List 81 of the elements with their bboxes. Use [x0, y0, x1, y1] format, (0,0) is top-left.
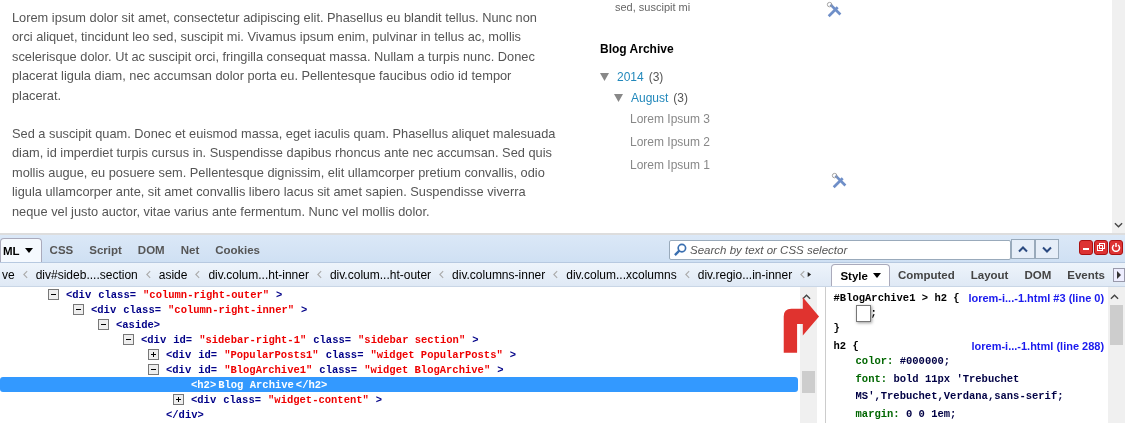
chevron-icon [195, 270, 201, 279]
css-declaration: font: bold 11px 'Trebuchet MS',Trebuchet,Verdana,sans-serif; [855, 372, 1065, 404]
caret-icon[interactable] [872, 273, 881, 278]
css-declaration: color: #000000; [855, 354, 951, 369]
css-selector: h2 { [833, 340, 859, 352]
up-chevron-icon[interactable] [1018, 245, 1028, 253]
scroll-down-icon[interactable] [1114, 222, 1123, 228]
chevron-icon [316, 270, 322, 279]
tools-icon[interactable] [826, 1, 844, 19]
chevron-icon [145, 270, 151, 279]
post-count: (3) [673, 90, 689, 105]
archive-post-link[interactable]: Lorem Ipsum 1 [600, 154, 711, 177]
toggle-icon[interactable] [98, 319, 109, 330]
chevron-icon [22, 270, 28, 279]
source-link[interactable]: lorem-i...-1.html (line 288) [971, 340, 1105, 352]
dom-node-line[interactable]: <div class= "column-right-inner" > [0, 302, 312, 317]
breadcrumb-link[interactable]: div.columns-inner [452, 267, 546, 282]
source-link[interactable]: lorem-i...-1.html #3 (line 0) [968, 292, 1105, 304]
post-snippet: sed, suscipit mi [614, 1, 691, 14]
css-brace: } [833, 322, 841, 334]
property-editor-field[interactable] [855, 305, 871, 322]
page-scrollbar[interactable] [1112, 0, 1125, 233]
chevron-icon [553, 270, 559, 279]
archive-year-link[interactable]: 2014 [617, 69, 644, 84]
panel-tab[interactable]: DOM [129, 238, 173, 262]
toggle-icon[interactable] [73, 304, 84, 315]
dom-node-line[interactable]: <aside> [0, 317, 165, 332]
body-paragraph: Lorem ipsum dolor sit amet, consectetur adipiscing elit. Phasellus eu blandit tellus. Nunc non orci aliquet, tincidunt leo sed, suscipit mi. Vivamus ipsum enim, pulvinar in tellus ac, mollis scelerisque dolor. Ut ac suscipit orci, fringilla consequat massa. Nullam a turpis nunc. Donec placerat ligula diam, nec accumsan dolor porta eu. Pellentesque faucibus odio id tempor placerat. [12, 9, 538, 105]
search-field[interactable]: Search by text or CSS selector [669, 240, 1011, 260]
side-panel-tab[interactable]: Layout [962, 264, 1017, 286]
breadcrumb-link[interactable]: div.colum...ht-inner [208, 267, 309, 282]
expand-triangle-icon[interactable] [614, 93, 623, 102]
panel-tab[interactable]: CSS [41, 238, 82, 262]
dom-node-line[interactable]: <div class= "column-right-outer" > [0, 287, 287, 302]
side-panel-tab[interactable]: DOM [1016, 264, 1060, 286]
side-panel-tab[interactable]: Events [1059, 264, 1113, 286]
css-punctuation: ; [870, 306, 877, 321]
archive-post-link[interactable]: Lorem Ipsum 3 [600, 108, 711, 131]
breadcrumb-link[interactable]: div.colum...xcolumns [566, 267, 677, 282]
scrollbar-thumb[interactable] [801, 371, 815, 393]
breadcrumb-link[interactable]: aside [158, 267, 188, 282]
dom-node-line[interactable]: <div id= "sidebar-right-1" class= "sidebar section" > [0, 332, 483, 347]
tools-icon[interactable] [831, 172, 849, 190]
css-selector: #BlogArchive1 > h2 { [833, 292, 960, 304]
chevron-icon [684, 270, 690, 279]
side-panel-tab[interactable]: Style [831, 264, 890, 286]
dom-node-line[interactable]: </div> [0, 407, 208, 422]
breadcrumb-link[interactable]: div#sideb....section [35, 267, 138, 282]
dom-node-line[interactable]: <div class= "widget-content" > [0, 392, 387, 407]
dom-node-line[interactable]: <div id= "PopularPosts1" class= "widget PopularPosts" > [0, 347, 521, 362]
style-scrollbar[interactable] [1108, 287, 1125, 423]
scroll-up-icon[interactable] [801, 294, 811, 300]
previous-match-button[interactable] [1011, 239, 1035, 259]
body-paragraph: Sed a suscipit quam. Donec et euismod massa, eget iaculis quam. Phasellus aliquet malesuada diam, id imperdiet turpis cursus in. Suspendisse dapibus rhoncus ante nec accumsan. Sed quis mollis augue, eu posuere sem. Pellentesque dignissim, elit ullamcorper pretium convallis, odio ligula ullamcorper ante, sit amet convallis libero lacus sit amet sapien. Suspendisse viverra neque vel justo auctor, vitae varius ante fermentum. Nunc vel mollis dolor. [12, 125, 557, 221]
expand-triangle-icon[interactable] [600, 72, 609, 81]
scroll-up-icon[interactable] [1110, 294, 1120, 300]
dom-node-line[interactable]: <div id= "BlogArchive1" class= "widget BlogArchive" > [0, 362, 508, 377]
next-match-button[interactable] [1035, 239, 1059, 259]
widget-title: Blog Archive [600, 42, 675, 56]
toggle-icon[interactable] [148, 349, 159, 360]
scroll-arrows-icon[interactable] [800, 270, 813, 279]
panel-tab[interactable]: Cookies [207, 238, 268, 262]
archive-post-link[interactable]: Lorem Ipsum 2 [600, 131, 711, 154]
breadcrumb-link[interactable]: div.colum...ht-outer [329, 267, 432, 282]
css-declaration: margin: 0 0 1em; [855, 407, 957, 422]
archive-month-link[interactable]: August [631, 90, 669, 105]
side-panel-tab[interactable]: Computed [889, 264, 963, 286]
panel-tab[interactable]: ML [0, 238, 42, 262]
down-chevron-icon[interactable] [1042, 245, 1052, 253]
breadcrumb-link[interactable]: div.regio...in-inner [697, 267, 793, 282]
toggle-icon[interactable] [148, 364, 159, 375]
toggle-icon[interactable] [48, 289, 59, 300]
panel-tab[interactable]: Script [81, 238, 130, 262]
chevron-icon [439, 270, 445, 279]
breadcrumb-link[interactable]: ve [2, 267, 15, 282]
toggle-icon[interactable] [173, 394, 184, 405]
post-count: (3) [648, 69, 664, 84]
caret-icon[interactable] [24, 248, 33, 253]
toggle-icon[interactable] [123, 334, 134, 345]
scrollbar-thumb[interactable] [1110, 305, 1123, 345]
panel-tab[interactable]: Net [172, 238, 208, 262]
